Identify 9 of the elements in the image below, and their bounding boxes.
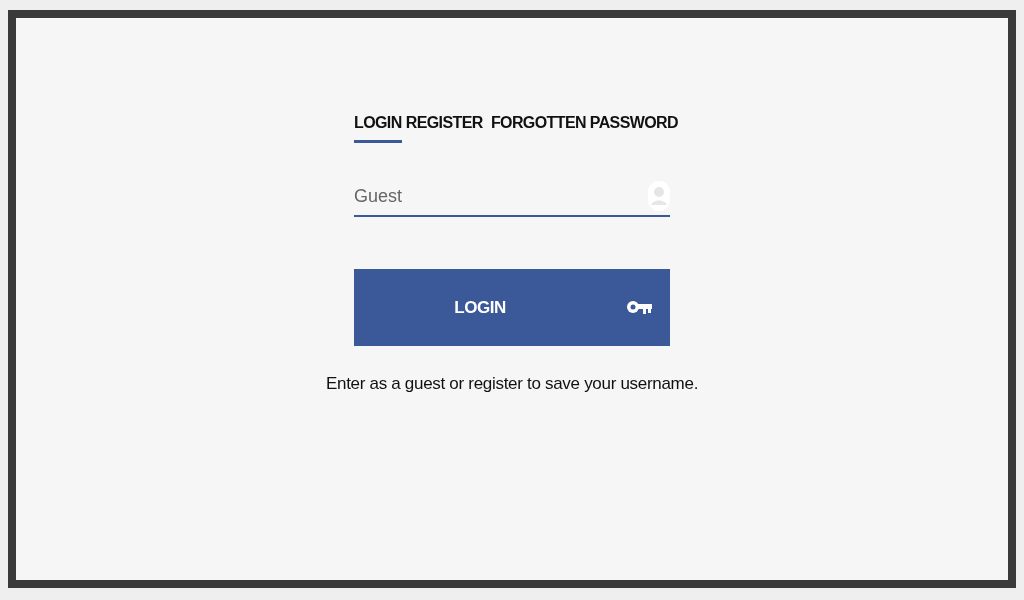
hint-text: Enter as a guest or register to save your username. — [325, 374, 699, 394]
tab[interactable]: LOGIN — [354, 110, 402, 143]
login-button[interactable]: LOGIN — [354, 269, 670, 346]
tab[interactable]: FORGOTTEN PASSWORD — [490, 110, 678, 143]
user-icon — [648, 181, 670, 211]
key-icon — [626, 298, 652, 316]
username-input[interactable]: Guest — [354, 185, 648, 207]
tab[interactable]: REGISTER — [405, 110, 483, 143]
username-field[interactable]: Guest — [354, 177, 670, 217]
